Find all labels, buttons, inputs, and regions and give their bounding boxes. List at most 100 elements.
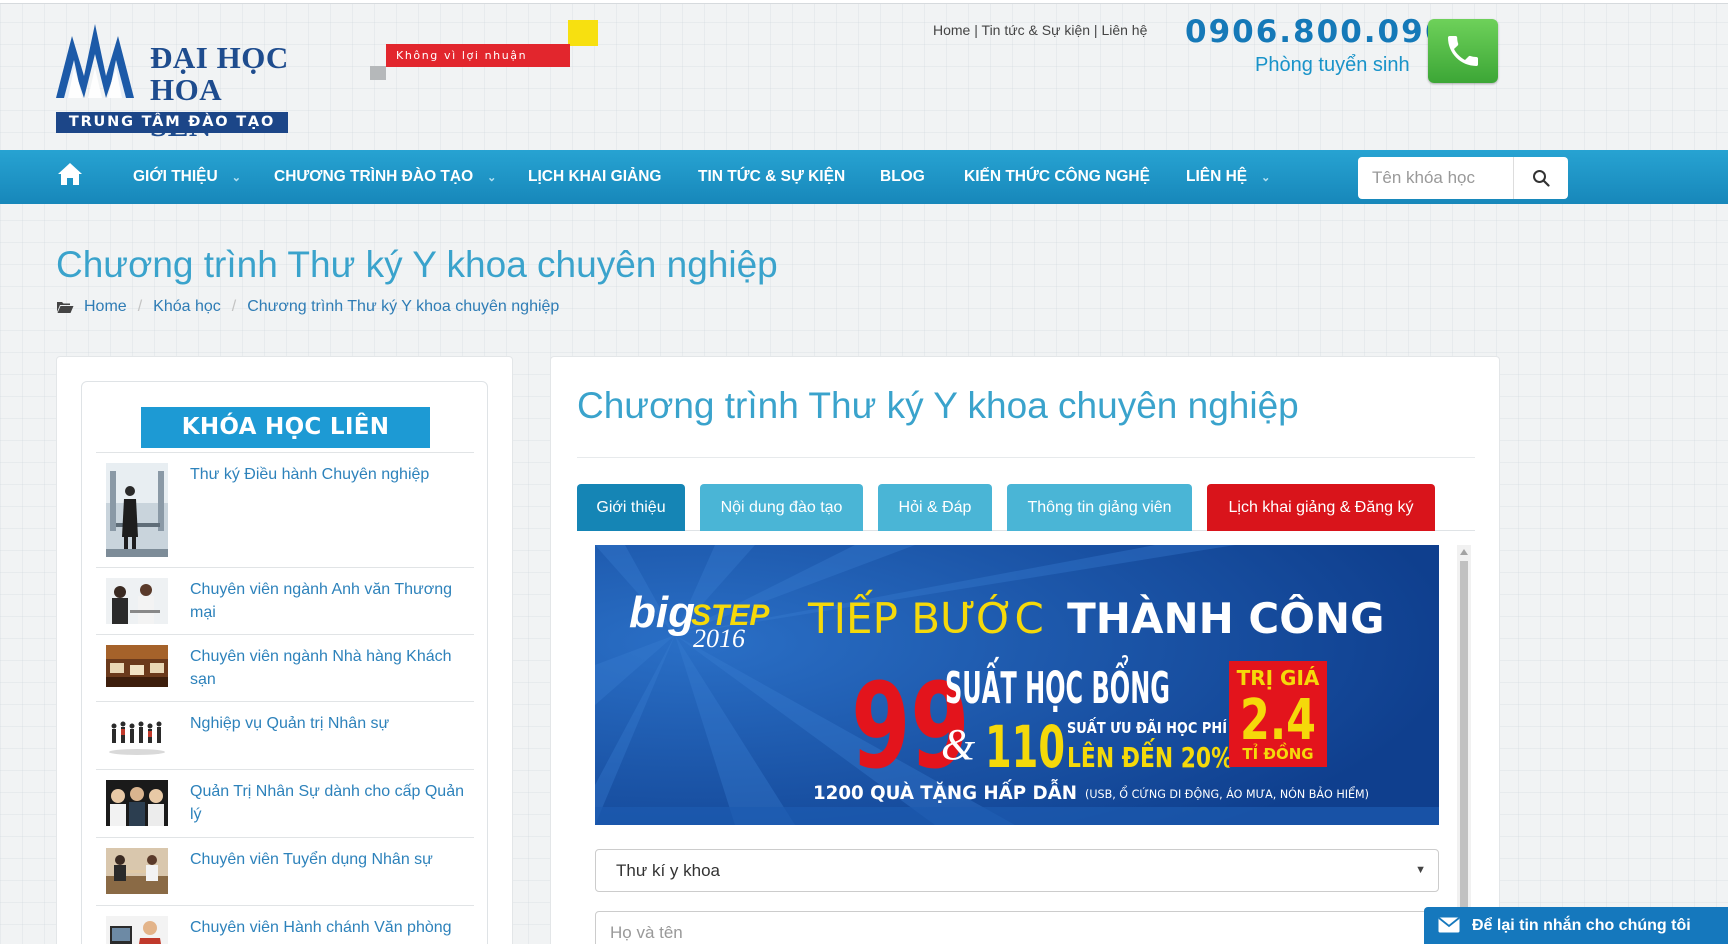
course-tabs: Giới thiệu Nội dung đào tạo Hỏi & Đáp Th… (577, 484, 1475, 531)
breadcrumb: Home / Khóa học / Chương trình Thư ký Y … (56, 298, 559, 316)
list-item[interactable]: Chuyên viên Hành chánh Văn phòng (96, 905, 474, 944)
breadcrumb-courses[interactable]: Khóa học (153, 298, 221, 316)
course-thumbnail (106, 463, 168, 557)
course-thumbnail (106, 645, 168, 687)
search-input[interactable] (1358, 157, 1513, 199)
nav-item-label: TIN TỨC & SỰ KIỆN (698, 168, 846, 185)
envelope-icon (1438, 917, 1460, 933)
list-item[interactable]: Chuyên viên ngành Anh văn Thương mại (96, 567, 474, 634)
course-select-value: Thư kí y khoa (616, 861, 720, 880)
tab-lich-khai-giang-dang-ky[interactable]: Lịch khai giảng & Đăng ký (1207, 484, 1435, 531)
course-title[interactable]: Chuyên viên Tuyển dụng Nhân sự (190, 848, 465, 871)
toplink-news[interactable]: Tin tức & Sự kiện (982, 22, 1090, 38)
toplink-contact[interactable]: Liên hệ (1101, 22, 1147, 38)
hotline-number[interactable]: 0906.800.096 (1185, 14, 1448, 50)
leave-message-button[interactable]: Để lại tin nhắn cho chúng tôi (1424, 907, 1728, 944)
banner-value-label: TRỊ GIÁ (1237, 666, 1320, 690)
nav-item-label: BLOG (880, 168, 925, 185)
breadcrumb-separator: / (231, 298, 237, 315)
full-name-field[interactable]: Họ và tên (595, 911, 1439, 944)
tab-thong-tin-giang-vien[interactable]: Thông tin giảng viên (1007, 484, 1192, 531)
toplink-separator: | (974, 22, 978, 38)
logo-text-line2: HOA SEN (150, 72, 221, 143)
chevron-down-icon: ⌄ (487, 172, 497, 184)
course-search (1358, 157, 1568, 199)
banner-number-110: 110 (985, 713, 1065, 781)
course-title[interactable]: Thư ký Điều hành Chuyên nghiệp (190, 463, 465, 486)
top-links: Home | Tin tức & Sự kiện | Liên hệ (933, 22, 1147, 38)
hotline-label: Phòng tuyển sinh (1255, 54, 1410, 76)
course-title-heading: Chương trình Thư ký Y khoa chuyên nghiệp (577, 385, 1299, 426)
related-courses-panel: KHÓA HỌC LIÊN QUAN Thư ký Điều hành Chuy… (81, 381, 488, 944)
folder-open-icon (57, 302, 74, 313)
nav-item-kien-thuc[interactable]: KIẾN THỨC CÔNG NGHỆ (964, 150, 1150, 204)
logo-band: TRUNG TÂM ĐÀO TẠO (56, 112, 288, 133)
list-item[interactable]: Chuyên viên Tuyển dụng Nhân sự (96, 837, 474, 905)
course-select[interactable]: Thư kí y khoa ▼ (595, 849, 1439, 892)
slogan-text: Không vì lợi nhuận (386, 44, 570, 67)
course-title[interactable]: Chuyên viên ngành Anh văn Thương mại (190, 578, 465, 624)
top-border (0, 0, 1728, 4)
call-button[interactable] (1428, 19, 1498, 83)
course-thumbnail (106, 578, 168, 624)
banner-second-text-a: SUẤT ƯU ĐÃI HỌC PHÍ (1067, 716, 1227, 737)
banner-headline-a: TIẾP BƯỚC (807, 589, 1044, 643)
related-courses-title: KHÓA HỌC LIÊN QUAN (141, 407, 430, 481)
banner-value-unit: TỈ ĐỒNG (1242, 741, 1313, 763)
nav-item-lien-he[interactable]: LIÊN HỆ ⌄ (1186, 150, 1270, 204)
chevron-down-icon: ⌄ (1261, 172, 1271, 184)
phone-icon (1448, 36, 1478, 66)
list-item[interactable]: Nghiệp vụ Quản trị Nhân sự (96, 701, 474, 769)
home-icon[interactable] (56, 160, 84, 188)
scroll-up-icon[interactable] (1460, 549, 1468, 555)
course-title[interactable]: Nghiệp vụ Quản trị Nhân sự (190, 712, 465, 735)
tab-hoi-dap[interactable]: Hỏi & Đáp (878, 484, 992, 531)
chevron-down-icon: ⌄ (231, 172, 241, 184)
banner-amp: & (941, 720, 976, 769)
scholarship-banner: big STEP 2016 TIẾP BƯỚC THÀNH CÔNG 99 SU… (595, 545, 1439, 825)
content-scrollbar[interactable] (1457, 545, 1471, 944)
nav-item-label: GIỚI THIỆU (133, 168, 218, 185)
nav-item-chuong-trinh[interactable]: CHƯƠNG TRÌNH ĐÀO TẠO ⌄ (274, 150, 496, 204)
search-icon (1533, 170, 1550, 187)
search-button[interactable] (1513, 157, 1568, 199)
banner-headline-b: THÀNH CÔNG (1067, 593, 1384, 643)
main-content: Chương trình Thư ký Y khoa chuyên nghiệp… (550, 356, 1500, 944)
nav-item-blog[interactable]: BLOG (880, 150, 925, 204)
banner-gifts: 1200 QUÀ TẶNG HẤP DẪN (813, 777, 1077, 804)
toplink-separator: | (1093, 22, 1098, 38)
divider (577, 457, 1475, 458)
course-thumbnail (106, 916, 168, 944)
site-logo[interactable]: ĐẠI HỌC HOA SEN TRUNG TÂM ĐÀO TẠO (54, 20, 290, 143)
nav-item-label: KIẾN THỨC CÔNG NGHỆ (964, 168, 1150, 185)
sidebar: KHÓA HỌC LIÊN QUAN Thư ký Điều hành Chuy… (56, 356, 513, 944)
toplink-home[interactable]: Home (933, 22, 970, 38)
gray-square (370, 66, 386, 80)
tab-gioi-thieu[interactable]: Giới thiệu (577, 484, 685, 531)
nav-item-label: LIÊN HỆ (1186, 168, 1248, 185)
list-item[interactable]: Thư ký Điều hành Chuyên nghiệp (96, 452, 474, 567)
banner-main-text: SUẤT HỌC BỔNG (945, 654, 1170, 714)
nav-item-lich-khai-giang[interactable]: LỊCH KHAI GIẢNG (528, 150, 661, 204)
breadcrumb-home[interactable]: Home (84, 298, 127, 316)
course-title[interactable]: Chuyên viên Hành chánh Văn phòng (190, 916, 465, 939)
page-title: Chương trình Thư ký Y khoa chuyên nghiệp (56, 244, 778, 285)
scroll-thumb[interactable] (1460, 561, 1468, 944)
nav-item-gioi-thieu[interactable]: GIỚI THIỆU ⌄ (133, 150, 241, 204)
logo-text-line1: ĐẠI HỌC (150, 40, 289, 75)
main-nav: GIỚI THIỆU ⌄ CHƯƠNG TRÌNH ĐÀO TẠO ⌄ LỊCH K… (0, 150, 1728, 204)
course-thumbnail (106, 848, 168, 894)
tab-noi-dung-dao-tao[interactable]: Nội dung đào tạo (700, 484, 863, 531)
nav-item-tin-tuc[interactable]: TIN TỨC & SỰ KIỆN (698, 150, 845, 204)
list-item[interactable]: Quản Trị Nhân Sự dành cho cấp Quản lý (96, 769, 474, 837)
related-courses-list: Thư ký Điều hành Chuyên nghiệp Chuyên vi… (96, 452, 474, 944)
banner-brand-year: 2016 (693, 624, 745, 653)
banner-brand-big: big (629, 588, 695, 637)
course-title[interactable]: Chuyên viên ngành Nhà hàng Khách sạn (190, 645, 465, 691)
course-title[interactable]: Quản Trị Nhân Sự dành cho cấp Quản lý (190, 780, 465, 826)
dropdown-arrow-icon: ▼ (1415, 864, 1426, 876)
list-item[interactable]: Chuyên viên ngành Nhà hàng Khách sạn (96, 634, 474, 701)
nav-item-label: CHƯƠNG TRÌNH ĐÀO TẠO (274, 168, 474, 185)
breadcrumb-current[interactable]: Chương trình Thư ký Y khoa chuyên nghiệp (247, 298, 559, 316)
banner-value-num: 2.4 (1240, 688, 1316, 753)
